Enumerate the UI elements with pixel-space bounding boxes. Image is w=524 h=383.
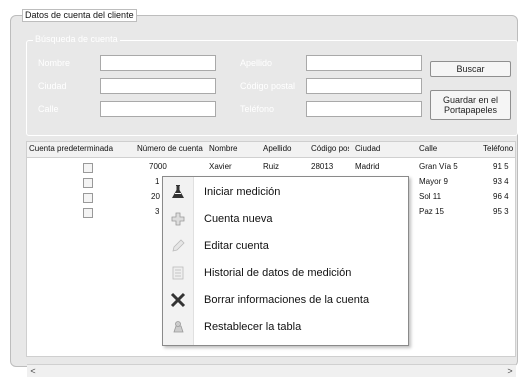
cell-calle: Mayor 9 [419,177,448,186]
label-nombre: Nombre [38,58,71,68]
cell-codigo-postal: 28013 [311,162,334,171]
label-calle: Calle [38,104,59,114]
menu-item-label: Cuenta nueva [204,213,273,225]
table-header: Cuenta predeterminada Número de cuenta N… [27,142,515,158]
default-account-checkbox[interactable] [83,178,93,188]
column-header[interactable]: Apellido [263,144,307,153]
default-account-checkbox[interactable] [83,208,93,218]
cell-nombre: Xavier [209,162,232,171]
cell-ciudad: Madrid [355,162,380,171]
search-button[interactable]: Buscar [430,61,511,77]
label-apellido: Apellido [240,58,273,68]
reset-table-icon [169,319,187,335]
cell-apellido: Ruiz [263,162,280,171]
menu-item-delete-account-info[interactable]: Borrar informaciones de la cuenta [163,287,408,313]
menu-item-reset-table[interactable]: Restablecer la tabla [163,314,408,340]
cell-calle: Gran Vía 5 [419,162,458,171]
menu-item-new-account[interactable]: Cuenta nueva [163,206,408,232]
window-title: Datos de cuenta del cliente [22,9,137,22]
cell-calle: Paz 15 [419,207,444,216]
edit-pencil-icon [169,238,187,254]
column-header[interactable]: Código postal [311,144,349,153]
default-account-checkbox[interactable] [83,163,93,173]
telefono-input[interactable] [306,101,422,117]
cell-telefono: 96 4 [493,192,509,201]
delete-x-icon [169,292,187,308]
cell-account-number: 7000 [149,162,167,171]
default-account-checkbox[interactable] [83,193,93,203]
menu-item-label: Borrar informaciones de la cuenta [204,294,370,306]
cell-account-number: 3 [155,207,160,216]
ciudad-input[interactable] [100,78,216,94]
cell-telefono: 95 3 [493,207,509,216]
search-group-title: Búsqueda de cuenta [33,34,120,44]
history-list-icon [169,265,187,281]
column-header[interactable]: Teléfono [483,144,515,153]
menu-item-label: Iniciar medición [204,186,281,198]
cell-account-number: 20 [151,192,160,201]
calle-input[interactable] [100,101,216,117]
column-header[interactable]: Calle [419,144,477,153]
codigo-postal-input[interactable] [306,78,422,94]
column-header[interactable]: Cuenta predeterminada [29,144,135,153]
cell-telefono: 91 5 [493,162,509,171]
flask-icon [169,184,187,200]
copy-to-clipboard-button[interactable]: Guardar en el Portapapeles [430,90,511,120]
context-menu: Iniciar medición Cuenta nueva Editar cue… [162,176,409,346]
label-telefono: Teléfono [240,104,275,114]
menu-item-measurement-history[interactable]: Historial de datos de medición [163,260,408,286]
label-codigo-postal: Código postal [240,81,296,91]
menu-item-label: Restablecer la tabla [204,321,302,333]
horizontal-scrollbar[interactable]: < > [27,364,516,377]
cell-telefono: 93 4 [493,177,509,186]
nombre-input[interactable] [100,55,216,71]
apellido-input[interactable] [306,55,422,71]
scroll-left-arrow-icon[interactable]: < [27,365,39,377]
menu-item-edit-account[interactable]: Editar cuenta [163,233,408,259]
column-header[interactable]: Número de cuenta [137,144,203,153]
menu-item-label: Historial de datos de medición [204,267,352,279]
label-ciudad: Ciudad [38,81,67,91]
column-header[interactable]: Nombre [209,144,257,153]
menu-item-label: Editar cuenta [204,240,269,252]
cell-account-number: 1 [155,177,160,186]
table-row[interactable]: 7000 Xavier Ruiz 28013 Madrid Gran Vía 5… [27,162,515,175]
cell-calle: Sol 11 [419,192,442,201]
scroll-right-arrow-icon[interactable]: > [504,365,516,377]
add-account-icon [169,211,187,227]
column-header[interactable]: Ciudad [355,144,413,153]
menu-item-start-measurement[interactable]: Iniciar medición [163,179,408,205]
